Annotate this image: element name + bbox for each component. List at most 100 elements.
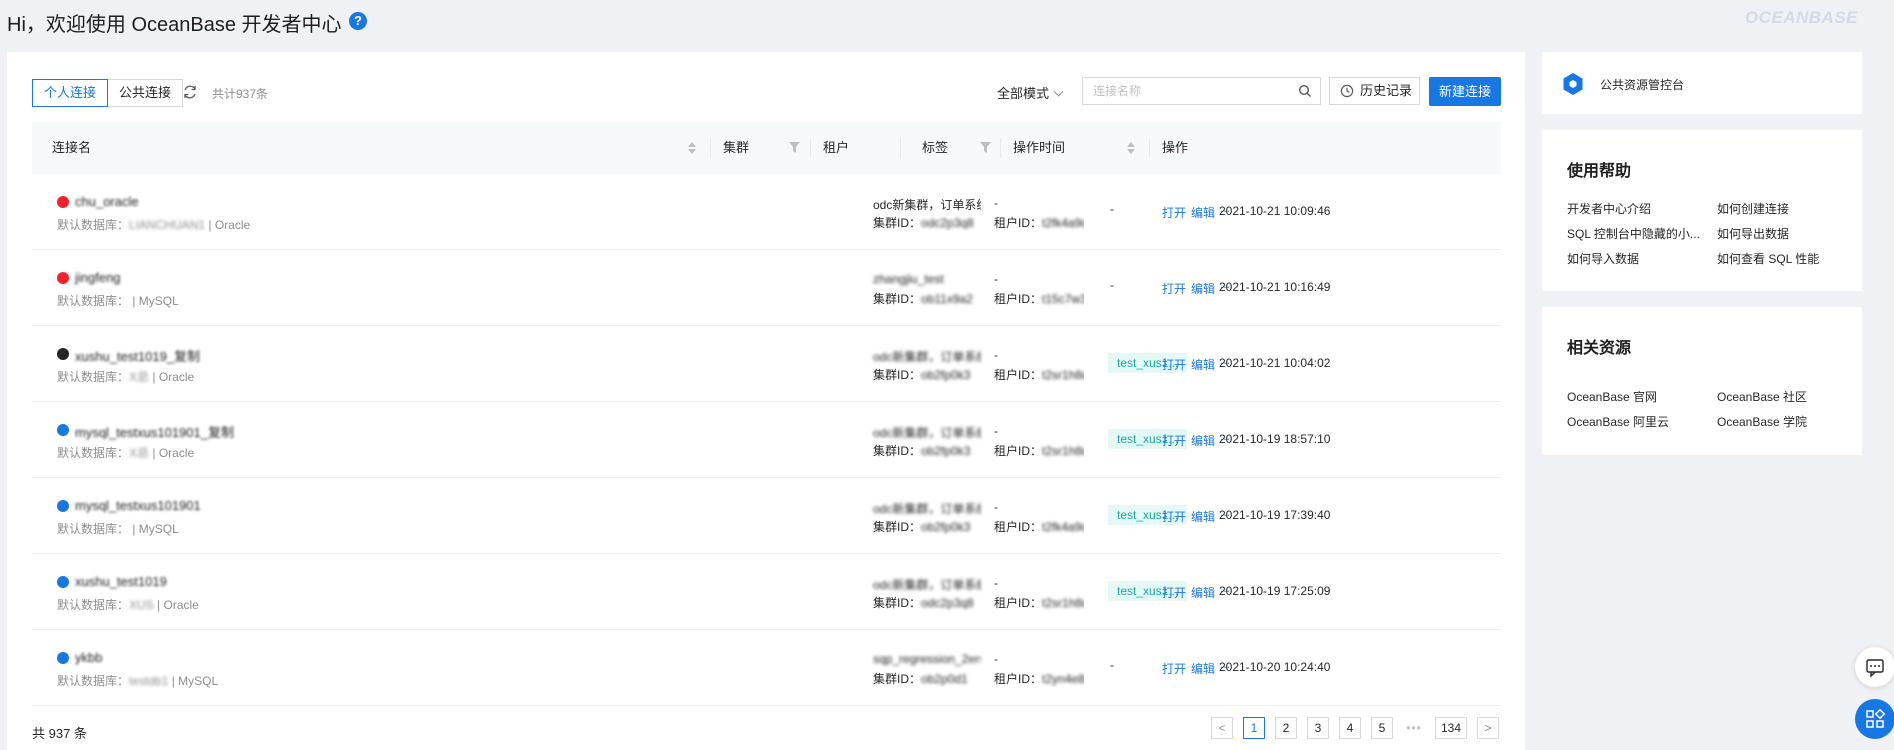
search-icon[interactable] xyxy=(1298,84,1312,98)
cluster-id-label: 集群ID： xyxy=(873,216,922,230)
sort-icon[interactable] xyxy=(1127,142,1135,154)
column-header-time[interactable]: 操作时间 xyxy=(1013,122,1065,174)
new-connection-button[interactable]: 新建连接 xyxy=(1429,77,1501,106)
history-button[interactable]: 历史记录 xyxy=(1329,77,1420,105)
console-link[interactable]: 公共资源管控台 xyxy=(1600,76,1684,93)
tenant-name: - xyxy=(994,348,998,362)
table-row[interactable]: chu_oracle 默认数据库：LIANCHUAN1 | Oracle odc… xyxy=(32,174,1501,250)
table-row[interactable]: xushu_test1019_复制 默认数据库：X总 | Oracle odc新… xyxy=(32,326,1501,402)
help-link-intro[interactable]: 开发者中心介绍 xyxy=(1567,200,1651,217)
table-row[interactable]: mysql_testxus101901 默认数据库： | MySQL odc新集… xyxy=(32,478,1501,554)
open-link[interactable]: 打开 xyxy=(1162,508,1186,525)
edit-link[interactable]: 编辑 xyxy=(1191,280,1215,297)
cluster-name: odc新集群，订单系统 xyxy=(873,198,981,212)
connection-name[interactable]: ykbb xyxy=(75,650,102,665)
filter-icon[interactable] xyxy=(789,142,800,153)
filter-icon[interactable] xyxy=(980,142,991,153)
database-type: | Oracle xyxy=(157,598,199,612)
tab-public-connections[interactable]: 公共连接 xyxy=(108,79,184,107)
help-link-sql-performance[interactable]: 如何查看 SQL 性能 xyxy=(1717,250,1819,267)
open-link[interactable]: 打开 xyxy=(1162,356,1186,373)
table-body: chu_oracle 默认数据库：LIANCHUAN1 | Oracle odc… xyxy=(32,174,1501,706)
table-row[interactable]: xushu_test1019 默认数据库：XUS | Oracle odc新集群… xyxy=(32,554,1501,630)
chat-icon xyxy=(1866,659,1884,678)
resource-link-website[interactable]: OceanBase 官网 xyxy=(1567,388,1657,405)
page-1[interactable]: 1 xyxy=(1243,717,1265,739)
resource-link-academy[interactable]: OceanBase 学院 xyxy=(1717,413,1807,430)
tab-personal-connections[interactable]: 个人连接 xyxy=(32,79,109,107)
page-4[interactable]: 4 xyxy=(1339,717,1361,739)
page-3[interactable]: 3 xyxy=(1307,717,1329,739)
cluster-id-value: odc2p3q8 xyxy=(921,596,974,610)
table-row[interactable]: jingfeng 默认数据库： | MySQL zhangjiu_test 集群… xyxy=(32,250,1501,326)
more-actions[interactable]: ... xyxy=(1220,505,1230,519)
open-link[interactable]: 打开 xyxy=(1162,660,1186,677)
resource-link-aliyun[interactable]: OceanBase 阿里云 xyxy=(1567,413,1669,430)
sort-icon[interactable] xyxy=(688,142,696,154)
cluster-name: odc新集群，订单系统 xyxy=(873,578,981,592)
brand-logo: OCEANBASE xyxy=(1744,8,1858,27)
default-database: 默认数据库： | MySQL xyxy=(57,292,179,309)
connection-name[interactable]: xushu_test1019 xyxy=(75,574,167,589)
connection-name[interactable]: jingfeng xyxy=(75,270,121,285)
prev-page-button[interactable]: < xyxy=(1211,717,1233,739)
console-card[interactable]: 公共资源管控台 xyxy=(1542,52,1862,114)
edit-link[interactable]: 编辑 xyxy=(1191,660,1215,677)
connection-tag: - xyxy=(1110,278,1114,292)
edit-link[interactable]: 编辑 xyxy=(1191,204,1215,221)
edit-link[interactable]: 编辑 xyxy=(1191,356,1215,373)
help-icon[interactable]: ? xyxy=(349,12,367,30)
help-link-export[interactable]: 如何导出数据 xyxy=(1717,225,1789,242)
connection-name[interactable]: mysql_testxus101901 xyxy=(75,498,201,513)
connection-tabs: 个人连接 公共连接 xyxy=(32,79,184,107)
table-row[interactable]: ykbb 默认数据库：testdb1 | MySQL sqp_regressio… xyxy=(32,630,1501,706)
help-link-import[interactable]: 如何导入数据 xyxy=(1567,250,1639,267)
edit-link[interactable]: 编辑 xyxy=(1191,432,1215,449)
database-type: | Oracle xyxy=(208,218,251,232)
table-row[interactable]: mysql_testxus101901_复制 默认数据库：X总 | Oracle… xyxy=(32,402,1501,478)
help-link-sql-console[interactable]: SQL 控制台中隐藏的小... xyxy=(1567,225,1700,242)
next-page-button[interactable]: > xyxy=(1477,717,1499,739)
connection-tag: - xyxy=(1110,202,1114,216)
apps-button[interactable] xyxy=(1855,699,1894,739)
help-link-create-connection[interactable]: 如何创建连接 xyxy=(1717,200,1789,217)
open-link[interactable]: 打开 xyxy=(1162,280,1186,297)
column-header-name[interactable]: 连接名 xyxy=(52,122,91,174)
search-input[interactable] xyxy=(1083,78,1303,104)
resource-link-community[interactable]: OceanBase 社区 xyxy=(1717,388,1807,405)
page-ellipsis[interactable]: ••• xyxy=(1403,721,1425,735)
cluster-id-value: odc2p3q8 xyxy=(921,216,974,230)
operation-time: 2021-10-19 17:39:40 xyxy=(1219,508,1331,522)
more-actions[interactable]: ... xyxy=(1220,277,1230,291)
status-icon xyxy=(57,500,69,512)
open-link[interactable]: 打开 xyxy=(1162,432,1186,449)
page-last[interactable]: 134 xyxy=(1435,717,1467,739)
tenant-id: 租户ID：t2sr1h8d xyxy=(994,366,1084,383)
connection-name[interactable]: mysql_testxus101901_复制 xyxy=(75,422,234,441)
connections-table: 连接名 集群 租户 标签 操作时间 操作 chu_oracle 默认数据库：LI… xyxy=(32,122,1501,706)
cluster-id: 集群ID：ob11x9a2 xyxy=(873,290,981,307)
page-5[interactable]: 5 xyxy=(1371,717,1393,739)
connection-name[interactable]: chu_oracle xyxy=(75,194,139,209)
cluster-id: 集群ID：odc2p3q8 xyxy=(873,594,981,611)
tenant-id-label: 租户ID： xyxy=(994,216,1043,230)
mode-select[interactable]: 全部模式 xyxy=(997,83,1064,102)
more-actions[interactable]: ... xyxy=(1220,657,1230,671)
cluster-id: 集群ID：odc2p3q8 xyxy=(873,214,981,231)
more-actions[interactable]: ... xyxy=(1220,201,1230,215)
open-link[interactable]: 打开 xyxy=(1162,204,1186,221)
connections-panel: 个人连接 公共连接 共计937条 全部模式 历史记录 新建连接 连接名 集群 xyxy=(7,52,1525,750)
chat-button[interactable] xyxy=(1855,647,1894,687)
edit-link[interactable]: 编辑 xyxy=(1191,508,1215,525)
more-actions[interactable]: ... xyxy=(1220,353,1230,367)
connection-name[interactable]: xushu_test1019_复制 xyxy=(75,346,200,365)
page-2[interactable]: 2 xyxy=(1275,717,1297,739)
status-icon xyxy=(57,424,69,436)
tenant-name: - xyxy=(994,576,998,590)
tenant-name: - xyxy=(994,424,998,438)
open-link[interactable]: 打开 xyxy=(1162,584,1186,601)
more-actions[interactable]: ... xyxy=(1220,581,1230,595)
more-actions[interactable]: ... xyxy=(1220,429,1230,443)
refresh-icon[interactable] xyxy=(182,84,198,100)
edit-link[interactable]: 编辑 xyxy=(1191,584,1215,601)
